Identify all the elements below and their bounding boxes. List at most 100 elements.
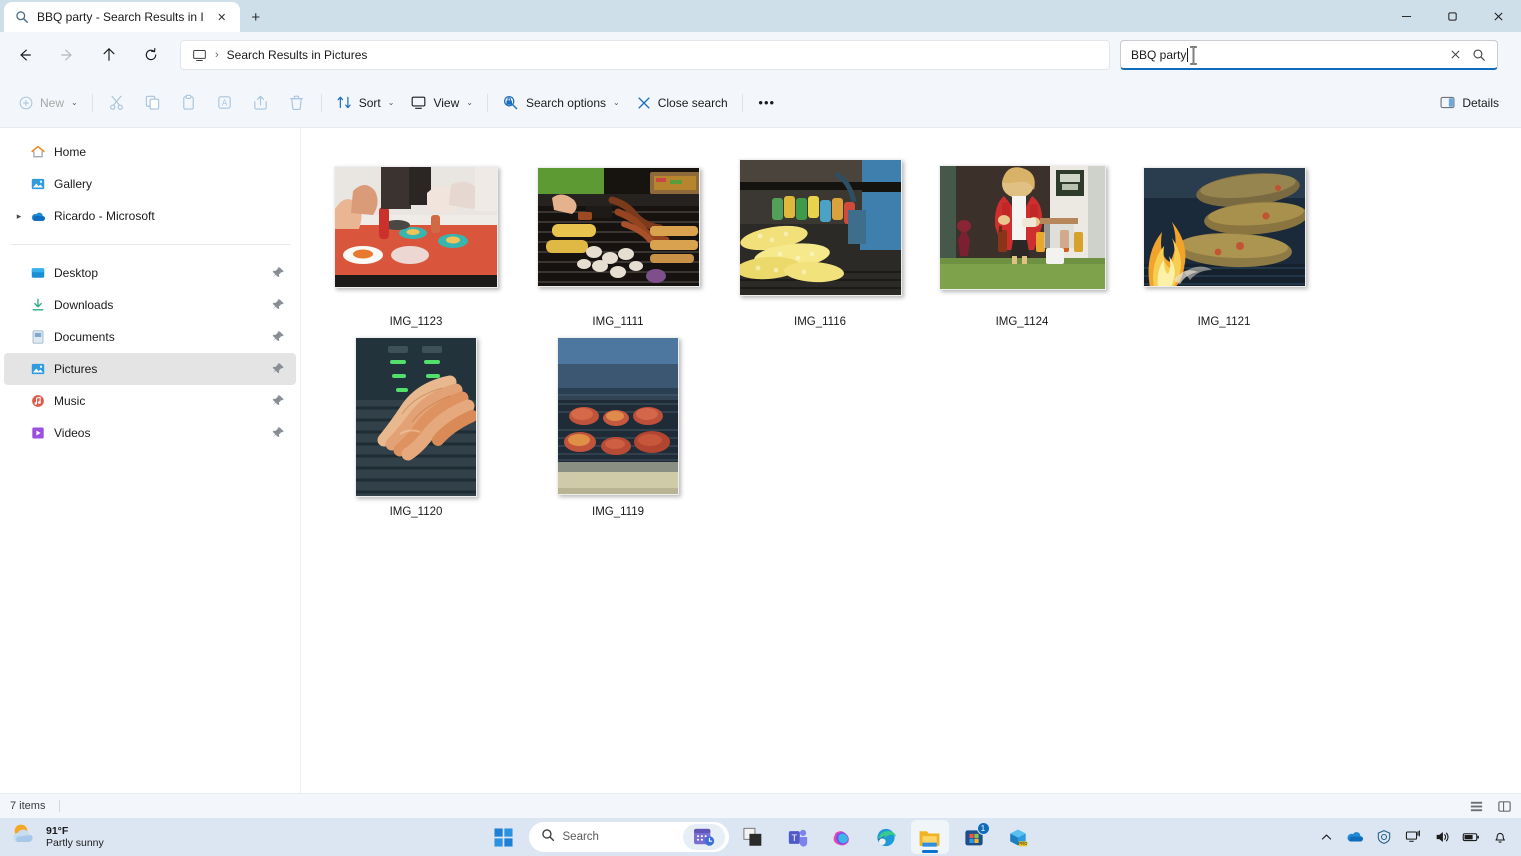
window-controls <box>1383 0 1521 32</box>
sidebar-item-documents[interactable]: Documents <box>4 321 296 353</box>
sidebar-item-label: Desktop <box>54 266 98 280</box>
file-thumbnail[interactable] <box>557 337 679 495</box>
sidebar-item-onedrive[interactable]: ▸ Ricardo - Microsoft <box>4 200 296 232</box>
refresh-button[interactable] <box>134 39 168 71</box>
chevron-down-icon: ⌄ <box>71 98 78 107</box>
pin-icon[interactable] <box>272 266 286 280</box>
sidebar-item-pictures[interactable]: Pictures <box>4 353 296 385</box>
taskbar-app-task-view[interactable] <box>735 820 773 854</box>
sidebar-item-music[interactable]: Music <box>4 385 296 417</box>
pin-icon[interactable] <box>272 394 286 408</box>
pin-icon[interactable] <box>272 362 286 376</box>
more-options-button[interactable]: ••• <box>749 87 785 119</box>
taskbar-app-edge[interactable] <box>867 820 905 854</box>
share-button[interactable] <box>243 87 279 119</box>
file-item[interactable]: IMG_1124 <box>921 138 1123 328</box>
clear-search-icon[interactable] <box>1443 43 1467 67</box>
shield-icon[interactable] <box>1371 823 1397 851</box>
forward-button[interactable] <box>50 39 84 71</box>
sidebar-item-home[interactable]: Home <box>4 136 296 168</box>
back-button[interactable] <box>8 39 42 71</box>
pin-icon[interactable] <box>272 298 286 312</box>
sidebar-item-desktop[interactable]: Desktop <box>4 257 296 289</box>
sidebar-item-label: Gallery <box>54 177 92 191</box>
maximize-button[interactable] <box>1429 0 1475 32</box>
paste-button[interactable] <box>171 87 207 119</box>
file-item[interactable]: IMG_1121 <box>1123 138 1325 328</box>
toolbar-divider-4 <box>742 94 743 112</box>
bell-icon[interactable] <box>1487 823 1513 851</box>
minimize-button[interactable] <box>1383 0 1429 32</box>
file-thumbnail[interactable] <box>334 166 498 288</box>
cloud-icon[interactable] <box>1342 823 1368 851</box>
file-thumbnail[interactable] <box>739 159 902 296</box>
file-item[interactable]: IMG_1111 <box>517 138 719 328</box>
desktop-icon <box>30 265 52 281</box>
battery-icon[interactable] <box>1458 823 1484 851</box>
home-icon <box>30 144 52 160</box>
weather-widget[interactable]: 91°F Partly sunny <box>10 818 104 856</box>
file-item[interactable]: IMG_1123 <box>315 138 517 328</box>
taskbar-app-copilot[interactable] <box>823 820 861 854</box>
file-name: IMG_1116 <box>794 316 846 328</box>
file-thumbnail[interactable] <box>537 167 700 287</box>
tab-bbq-party[interactable]: BBQ party - Search Results in I ✕ <box>4 2 240 32</box>
taskbar-app-teams[interactable]: T <box>779 820 817 854</box>
file-thumbnail[interactable] <box>939 165 1106 290</box>
thumbnail-container <box>315 337 517 497</box>
sidebar-item-label: Pictures <box>54 362 97 376</box>
chevron-right-icon[interactable]: ▸ <box>12 211 26 222</box>
search-input[interactable]: BBQ party <box>1120 40 1498 70</box>
pin-icon[interactable] <box>272 426 286 440</box>
view-button[interactable]: View ⌄ <box>402 87 481 119</box>
new-button[interactable]: New ⌄ <box>10 87 86 119</box>
cut-button[interactable] <box>99 87 135 119</box>
show-hidden-icons-button[interactable] <box>1313 823 1339 851</box>
speaker-icon[interactable] <box>1429 823 1455 851</box>
file-list-view[interactable]: IMG_1123 <box>301 128 1521 793</box>
taskbar-app-microsoft-store[interactable]: 1 <box>955 820 993 854</box>
sidebar-item-gallery[interactable]: Gallery <box>4 168 296 200</box>
up-button[interactable] <box>92 39 126 71</box>
sidebar-item-videos[interactable]: Videos <box>4 417 296 449</box>
file-thumbnail[interactable] <box>1143 167 1306 287</box>
list-view-icon[interactable] <box>1493 796 1515 816</box>
file-item[interactable]: IMG_1116 <box>719 138 921 328</box>
copy-button[interactable] <box>135 87 171 119</box>
taskbar-app-photos-pro[interactable]: PRO <box>999 820 1037 854</box>
taskbar-app-file-explorer[interactable] <box>911 820 949 854</box>
tab-strip: BBQ party - Search Results in I ✕ + <box>0 0 272 32</box>
navigation-pane: Home Gallery ▸ Ricardo - Microsoft Deskt… <box>0 128 301 793</box>
close-icon[interactable]: ✕ <box>212 7 232 27</box>
tab-title: BBQ party - Search Results in I <box>37 10 204 24</box>
search-options-button[interactable]: Search options ⌄ <box>494 87 628 119</box>
thumbnail-container <box>517 147 719 307</box>
weather-temperature: 91°F <box>46 825 104 837</box>
new-tab-button[interactable]: + <box>240 2 272 32</box>
search-icon <box>541 828 555 847</box>
delete-button[interactable] <box>279 87 315 119</box>
search-submit-icon[interactable] <box>1467 43 1491 67</box>
file-item[interactable]: IMG_1119 <box>517 328 719 518</box>
sidebar-item-downloads[interactable]: Downloads <box>4 289 296 321</box>
pin-icon[interactable] <box>272 330 286 344</box>
sidebar-item-label: Videos <box>54 426 90 440</box>
close-search-button[interactable]: Close search <box>628 87 736 119</box>
calendar-clock-icon[interactable] <box>683 824 725 850</box>
sort-button[interactable]: Sort ⌄ <box>328 87 403 119</box>
file-thumbnail[interactable] <box>355 337 477 497</box>
taskbar-search[interactable]: Search <box>529 822 729 852</box>
network-icon[interactable] <box>1400 823 1426 851</box>
close-button[interactable] <box>1475 0 1521 32</box>
details-view-icon[interactable] <box>1465 796 1487 816</box>
gallery-icon <box>30 176 52 192</box>
file-item[interactable]: IMG_1120 <box>315 328 517 518</box>
start-button[interactable] <box>485 820 523 854</box>
system-tray <box>1313 818 1513 856</box>
address-bar[interactable]: › Search Results in Pictures <box>180 40 1110 70</box>
rename-button[interactable]: A <box>207 87 243 119</box>
details-pane-button[interactable]: Details <box>1431 87 1507 119</box>
chevron-down-icon: ⌄ <box>388 98 395 107</box>
thumbnail-container <box>1123 147 1325 307</box>
toolbar-divider-2 <box>321 94 322 112</box>
